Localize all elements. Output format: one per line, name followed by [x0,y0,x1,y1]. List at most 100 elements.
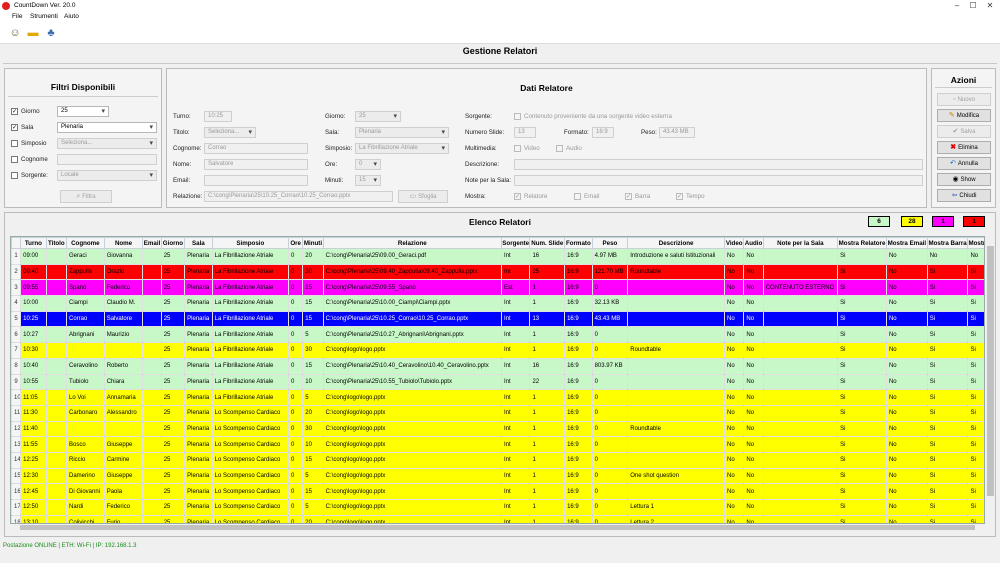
table-cell[interactable]: 25 [160,420,186,438]
table-cell[interactable]: No [743,263,764,281]
table-cell[interactable] [142,279,162,297]
row-number[interactable]: 16 [11,483,22,500]
table-cell[interactable]: Si [837,357,887,375]
table-cell[interactable]: 10 [302,436,324,453]
nome-field[interactable]: Salvatore [204,159,308,170]
table-cell[interactable]: No [724,514,745,523]
table-cell[interactable]: 0 [591,389,629,406]
table-cell[interactable]: 16:9 [564,310,593,328]
table-cell[interactable] [762,326,839,344]
row-number[interactable]: 9 [11,373,22,391]
column-header[interactable]: Sorgente [500,237,531,249]
table-cell[interactable]: Si [967,263,984,281]
row-number[interactable]: 13 [11,436,22,453]
table-cell[interactable]: Abrignani [66,326,105,344]
table-cell[interactable]: C:\cong\Plenaria\25\09.00_Geraci.pdf [322,248,502,265]
table-cell[interactable] [142,310,162,328]
table-cell[interactable]: No [885,420,928,438]
table-cell[interactable]: Si [926,467,969,485]
table-cell[interactable]: Int [500,404,531,422]
column-header[interactable]: Formato [564,237,593,249]
table-cell[interactable] [762,248,839,265]
table-cell[interactable]: 0 [591,483,629,500]
table-cell[interactable] [762,373,839,391]
table-cell[interactable]: Est [500,279,531,297]
table-cell[interactable]: 0 [288,483,304,500]
table-cell[interactable]: Roundtable [627,420,726,438]
row-number[interactable]: 15 [11,467,22,485]
table-cell[interactable]: Si [926,404,969,422]
table-cell[interactable]: Lo Scompenso Cardiaco [211,499,290,516]
table-cell[interactable]: Ciampi [66,295,105,312]
peso-field[interactable]: 43.43 MB [659,127,695,138]
table-cell[interactable]: C:\cong\logo\logo.pptx [322,420,502,438]
sala-select[interactable]: Plenaria [57,122,157,133]
table-cell[interactable]: Int [500,295,531,312]
row-number[interactable]: 6 [11,326,22,344]
table-cell[interactable]: 0 [288,295,304,312]
sorgente-select[interactable]: Locale [57,170,157,181]
row-number[interactable]: 10 [11,389,22,406]
column-header[interactable]: Relazione [322,237,502,249]
table-cell[interactable] [762,499,839,516]
table-cell[interactable]: 0 [288,451,304,469]
table-cell[interactable]: Plenaria [184,499,213,516]
table-cell[interactable]: No [743,279,764,297]
table-cell[interactable]: 0 [288,373,304,391]
table-cell[interactable]: Si [967,389,984,406]
table-cell[interactable]: 0 [288,514,304,523]
table-cell[interactable]: C:\cong\Plenaria\25\10.25_Corrao\10.25_C… [322,310,502,328]
table-cell[interactable]: Carmine [103,451,144,469]
table-row[interactable]: 2 09:40 Zappulla Orazio 25 Plenaria La Fibrill… [11,263,984,281]
table-cell[interactable]: 43.43 MB [591,310,629,328]
table-cell[interactable] [45,499,68,516]
table-cell[interactable]: Lo Scompenso Cardiaco [211,436,290,453]
menu-aiuto[interactable]: Aiuto [64,13,79,20]
table-cell[interactable]: Claudio M. [103,295,144,312]
table-cell[interactable]: No [724,420,745,438]
table-cell[interactable] [45,467,68,485]
table-cell[interactable]: Si [926,389,969,406]
table-cell[interactable]: Plenaria [184,404,213,422]
table-cell[interactable]: 0 [591,404,629,422]
table-cell[interactable]: Int [500,467,531,485]
table-cell[interactable] [627,483,726,500]
table-cell[interactable]: 25 [160,499,186,516]
table-cell[interactable]: Si [837,389,887,406]
table-cell[interactable] [142,467,162,485]
table-cell[interactable]: 1 [529,342,566,359]
table-cell[interactable]: 25 [160,467,186,485]
table-cell[interactable]: 16:9 [564,451,593,469]
table-cell[interactable]: No [885,373,928,391]
table-cell[interactable]: Colivicchi [66,514,105,523]
table-cell[interactable]: 15 [302,310,324,328]
table-cell[interactable]: Si [967,326,984,344]
table-cell[interactable]: La Fibrillazione Atriale [211,295,290,312]
table-cell[interactable]: C:\cong\logo\logo.pptx [322,389,502,406]
table-cell[interactable]: Si [926,451,969,469]
table-cell[interactable]: Si [926,357,969,375]
table-cell[interactable]: Si [837,263,887,281]
table-cell[interactable]: 1 [529,514,566,523]
chiudi-button[interactable]: ⇦ Chiudi [937,189,991,202]
table-cell[interactable]: Si [967,514,984,523]
table-cell[interactable] [45,404,68,422]
table-cell[interactable]: La Fibrillazione Atriale [211,326,290,344]
table-cell[interactable]: 0 [288,404,304,422]
table-cell[interactable]: 1 [529,326,566,344]
table-cell[interactable]: No [743,310,764,328]
table-cell[interactable]: 16:9 [564,248,593,265]
table-cell[interactable]: Si [967,451,984,469]
table-cell[interactable]: Lettura 2 [627,514,726,523]
table-cell[interactable] [142,326,162,344]
column-header[interactable]: Video [724,237,745,249]
table-cell[interactable]: 0 [591,467,629,485]
table-cell[interactable]: Int [500,436,531,453]
table-cell[interactable]: 5 [302,499,324,516]
table-cell[interactable]: 1 [529,467,566,485]
table-cell[interactable]: No [885,279,928,297]
table-cell[interactable] [142,295,162,312]
column-header[interactable]: Note per la Sala [762,237,839,249]
table-cell[interactable]: 30 [302,263,324,281]
table-cell[interactable]: Lo Scompenso Cardiaco [211,404,290,422]
